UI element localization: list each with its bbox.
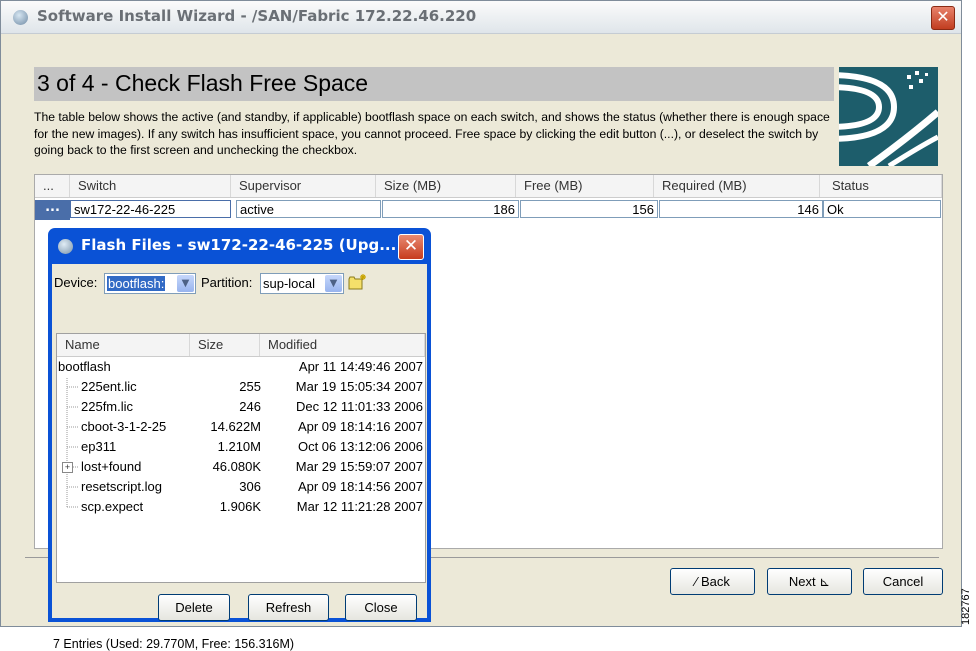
- close-icon[interactable]: ✕: [398, 234, 424, 260]
- file-modified: Apr 09 18:14:56 2007: [297, 479, 423, 494]
- column-header-required[interactable]: Required (MB): [654, 175, 820, 197]
- file-name: resetscript.log: [81, 479, 162, 494]
- column-header-edit: ...: [35, 175, 70, 197]
- list-item[interactable]: resetscript.log 306 Apr 09 18:14:56 2007: [57, 477, 425, 497]
- file-modified: Oct 06 13:12:06 2006: [297, 439, 423, 454]
- cell-size: 186: [382, 200, 519, 218]
- dialog-title: Flash Files - sw172-22-46-225 (Upg...: [81, 236, 397, 254]
- column-header-free[interactable]: Free (MB): [516, 175, 654, 197]
- app-icon: [13, 10, 28, 25]
- partition-value: sup-local: [263, 276, 316, 291]
- cisco-logo: [839, 67, 938, 166]
- cancel-label: Cancel: [882, 574, 924, 589]
- back-button[interactable]: ⁄ Back: [670, 568, 755, 595]
- flash-files-dialog: Flash Files - sw172-22-46-225 (Upg... ✕ …: [48, 228, 431, 651]
- status-text: 7 Entries (Used: 29.770M, Free: 156.316M…: [53, 637, 295, 651]
- file-modified: Apr 11 14:49:46 2007: [298, 359, 423, 374]
- file-list-header: Name Size Modified: [57, 334, 425, 357]
- cell-status: Ok: [823, 200, 941, 218]
- new-folder-icon[interactable]: [348, 273, 368, 291]
- list-item[interactable]: 225ent.lic 255 Mar 19 15:05:34 2007: [57, 377, 425, 397]
- file-size: 46.080K: [212, 459, 261, 474]
- figure-number: 182767: [960, 588, 972, 625]
- column-header-modified[interactable]: Modified: [260, 334, 425, 356]
- column-header-status[interactable]: Status: [820, 175, 942, 197]
- device-value: bootflash:: [107, 276, 166, 291]
- column-header-switch[interactable]: Switch: [70, 175, 231, 197]
- device-select[interactable]: bootflash: ▼: [104, 273, 196, 294]
- partition-select[interactable]: sup-local ▼: [260, 273, 344, 294]
- cancel-button[interactable]: Cancel: [863, 568, 943, 595]
- table-header: ... Switch Supervisor Size (MB) Free (MB…: [35, 175, 942, 198]
- file-modified: Mar 29 15:59:07 2007: [295, 459, 423, 474]
- file-name: lost+found: [81, 459, 142, 474]
- file-size: 1.210M: [217, 439, 261, 454]
- file-modified: Mar 19 15:05:34 2007: [295, 379, 423, 394]
- back-label: Back: [700, 574, 730, 589]
- next-arrow-icon: ⊾: [815, 574, 831, 589]
- file-size: 246: [239, 399, 261, 414]
- cell-switch: sw172-22-46-225: [70, 200, 231, 218]
- window-title: Software Install Wizard - /SAN/Fabric 17…: [37, 7, 477, 25]
- list-item[interactable]: cboot-3-1-2-25 14.622M Apr 09 18:14:16 2…: [57, 417, 425, 437]
- next-label: Next: [788, 574, 816, 589]
- file-name: 225fm.lic: [81, 399, 134, 414]
- file-modified: Dec 12 11:01:33 2006: [296, 399, 423, 414]
- list-item[interactable]: ep311 1.210M Oct 06 13:12:06 2006: [57, 437, 425, 457]
- cell-free: 156: [520, 200, 658, 218]
- file-size: 255: [239, 379, 261, 394]
- next-button[interactable]: Next ⊾: [767, 568, 852, 595]
- file-size: 1.906K: [219, 499, 261, 514]
- close-button[interactable]: Close: [345, 594, 417, 621]
- file-size: 14.622M: [210, 419, 261, 434]
- file-name: bootflash: [58, 359, 111, 374]
- file-size: 306: [239, 479, 261, 494]
- file-name: 225ent.lic: [81, 379, 137, 394]
- cell-supervisor: active: [236, 200, 381, 218]
- edit-button[interactable]: ...: [35, 200, 70, 220]
- file-name: ep311: [81, 439, 117, 454]
- column-header-size[interactable]: Size (MB): [376, 175, 516, 197]
- chevron-down-icon[interactable]: ▼: [177, 275, 194, 292]
- list-item[interactable]: scp.expect 1.906K Mar 12 11:21:28 2007: [57, 497, 425, 517]
- title-bar: Software Install Wizard - /SAN/Fabric 17…: [1, 1, 961, 34]
- refresh-button[interactable]: Refresh: [248, 594, 329, 621]
- device-label: Device:: [54, 275, 98, 290]
- step-heading-bar: 3 of 4 - Check Flash Free Space: [34, 67, 834, 101]
- file-name: scp.expect: [81, 499, 144, 514]
- cell-required: 146: [659, 200, 823, 218]
- app-icon: [58, 239, 73, 254]
- column-header-size[interactable]: Size: [190, 334, 260, 356]
- chevron-down-icon[interactable]: ▼: [325, 275, 342, 292]
- step-description: The table below shows the active (and st…: [34, 110, 830, 157]
- file-modified: Apr 09 18:14:16 2007: [297, 419, 423, 434]
- expand-plus-icon[interactable]: +: [62, 462, 73, 473]
- file-list: Name Size Modified bootflash Apr 11 14:4…: [56, 333, 426, 583]
- delete-button[interactable]: Delete: [158, 594, 230, 621]
- list-item[interactable]: + lost+found 46.080K Mar 29 15:59:07 200…: [57, 457, 425, 477]
- dialog-body: Device: bootflash: ▼ Partition: sup-loca…: [52, 264, 427, 651]
- close-icon[interactable]: ✕: [931, 6, 955, 30]
- column-header-supervisor[interactable]: Supervisor: [231, 175, 376, 197]
- file-modified: Mar 12 11:21:28 2007: [296, 499, 423, 514]
- table-row[interactable]: ... sw172-22-46-225 active 186 156 146 O…: [35, 200, 942, 220]
- page-title: 3 of 4 - Check Flash Free Space: [37, 70, 369, 96]
- partition-label: Partition:: [201, 275, 253, 290]
- list-item[interactable]: 225fm.lic 246 Dec 12 11:01:33 2006: [57, 397, 425, 417]
- file-name: cboot-3-1-2-25: [81, 419, 167, 434]
- list-item[interactable]: bootflash Apr 11 14:49:46 2007: [57, 357, 425, 377]
